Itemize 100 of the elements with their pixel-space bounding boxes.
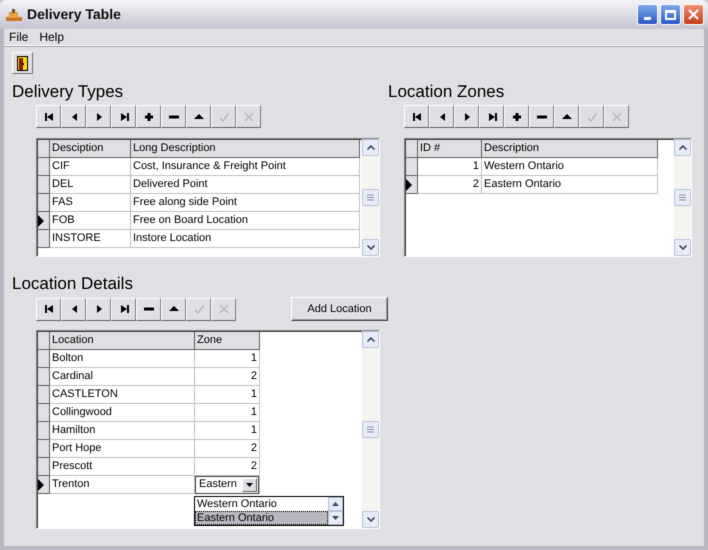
dropdown-scrollbar[interactable] (328, 497, 343, 525)
table-cell: Hamilton (50, 422, 195, 440)
navigator-button[interactable] (36, 298, 61, 320)
table-cell: 1 (195, 350, 260, 368)
column-header[interactable]: Location (50, 332, 195, 350)
navigator-button[interactable] (36, 105, 61, 128)
chevron-down-icon (678, 245, 686, 250)
combo-box[interactable]: Eastern (195, 476, 259, 494)
navigator-button[interactable] (504, 105, 529, 128)
table-cell: 1 (195, 422, 260, 440)
grid-corner-cell (406, 140, 418, 158)
navigator-button[interactable] (136, 105, 161, 128)
navigator-button[interactable] (61, 105, 86, 128)
scroll-thumb[interactable] (362, 421, 379, 438)
navigator-button[interactable] (529, 105, 554, 128)
ship-icon (5, 6, 23, 22)
current-row-icon (38, 214, 44, 226)
scroll-down-button[interactable] (674, 239, 691, 256)
minimize-button[interactable] (637, 4, 658, 25)
scroll-up-button[interactable] (362, 331, 379, 348)
dropdown-item[interactable]: Eastern Ontario (195, 511, 328, 525)
table-cell: 2 (418, 176, 482, 194)
table-cell: Trenton (50, 476, 195, 494)
close-button[interactable] (683, 4, 704, 25)
grip-icon (367, 194, 374, 201)
navigator-button[interactable] (111, 298, 136, 320)
scrollbar[interactable] (674, 139, 691, 256)
table-cell: DEL (50, 176, 131, 194)
close-icon (688, 9, 699, 20)
table-cell: 1 (195, 386, 260, 404)
navigator-button[interactable] (86, 105, 111, 128)
check-icon (586, 112, 596, 122)
section-title: Location Details (12, 274, 134, 294)
window-title: Delivery Table (27, 5, 121, 24)
last-record-icon (118, 112, 128, 122)
up-triangle-icon (194, 112, 204, 122)
table-cell: Delivered Point (131, 176, 360, 194)
table-cell: Eastern Ontario (482, 176, 658, 194)
section-title: Delivery Types (12, 82, 124, 102)
table-cell: CASTLETON (50, 386, 195, 404)
cross-icon (218, 304, 228, 314)
scrollbar[interactable] (362, 139, 379, 256)
grip-icon (367, 426, 374, 433)
caret-down-icon (332, 516, 339, 520)
table-cell: Bolton (50, 350, 195, 368)
up-triangle-icon (562, 112, 572, 122)
table-cell: CIF (50, 158, 131, 176)
navigator-button[interactable] (479, 105, 504, 128)
scroll-down-button[interactable] (362, 239, 379, 256)
caret-down-icon (246, 482, 253, 486)
chevron-down-icon (366, 517, 374, 522)
scroll-thumb[interactable] (674, 189, 691, 206)
exit-button[interactable] (12, 52, 33, 74)
navigator-button[interactable] (111, 105, 136, 128)
column-header[interactable]: Zone (195, 332, 260, 350)
table-cell: 2 (195, 440, 260, 458)
table-cell: 2 (195, 368, 260, 386)
add-location-button[interactable]: Add Location (291, 297, 388, 321)
section-title: Location Zones (388, 82, 506, 102)
menu-item[interactable]: Help (35, 28, 68, 46)
grid-corner-cell (38, 140, 50, 158)
scroll-down-button[interactable] (362, 511, 379, 528)
caret-up-icon (332, 502, 339, 506)
chevron-up-icon (366, 145, 374, 150)
table-cell: FAS (50, 194, 131, 212)
column-header[interactable]: Description (482, 140, 658, 158)
scroll-thumb[interactable] (362, 189, 379, 206)
grip-icon (679, 194, 686, 201)
navigator-button[interactable] (454, 105, 479, 128)
table-cell: Collingwood (50, 404, 195, 422)
navigator-button[interactable] (429, 105, 454, 128)
plus-icon (512, 112, 522, 122)
navigator-button[interactable] (186, 105, 211, 128)
navigator-button[interactable] (404, 105, 429, 128)
row-indicator[interactable] (406, 176, 418, 194)
first-record-icon (412, 112, 422, 122)
table-cell: Instore Location (131, 230, 360, 248)
table-cell: FOB (50, 212, 131, 230)
row-indicator[interactable] (38, 212, 50, 230)
menu-item[interactable]: File (5, 28, 32, 46)
navigator-button[interactable] (86, 298, 111, 320)
scrollbar[interactable] (362, 331, 379, 528)
table-cell: INSTORE (50, 230, 131, 248)
check-icon (194, 304, 204, 314)
dropdown-item[interactable]: Western Ontario (195, 497, 328, 511)
column-header[interactable]: Desciption (50, 140, 131, 158)
scroll-up-button[interactable] (362, 139, 379, 156)
navigator-button[interactable] (554, 105, 579, 128)
table-cell: Port Hope (50, 440, 195, 458)
navigator-button[interactable] (161, 105, 186, 128)
column-header[interactable]: Long Description (131, 140, 360, 158)
navigator-button[interactable] (161, 298, 186, 320)
navigator-button[interactable] (136, 298, 161, 320)
check-icon (218, 112, 228, 122)
column-header[interactable]: ID # (418, 140, 482, 158)
dropdown-button[interactable] (242, 478, 257, 492)
row-indicator[interactable] (38, 476, 50, 494)
maximize-button[interactable] (660, 4, 681, 25)
navigator-button[interactable] (61, 298, 86, 320)
scroll-up-button[interactable] (674, 139, 691, 156)
